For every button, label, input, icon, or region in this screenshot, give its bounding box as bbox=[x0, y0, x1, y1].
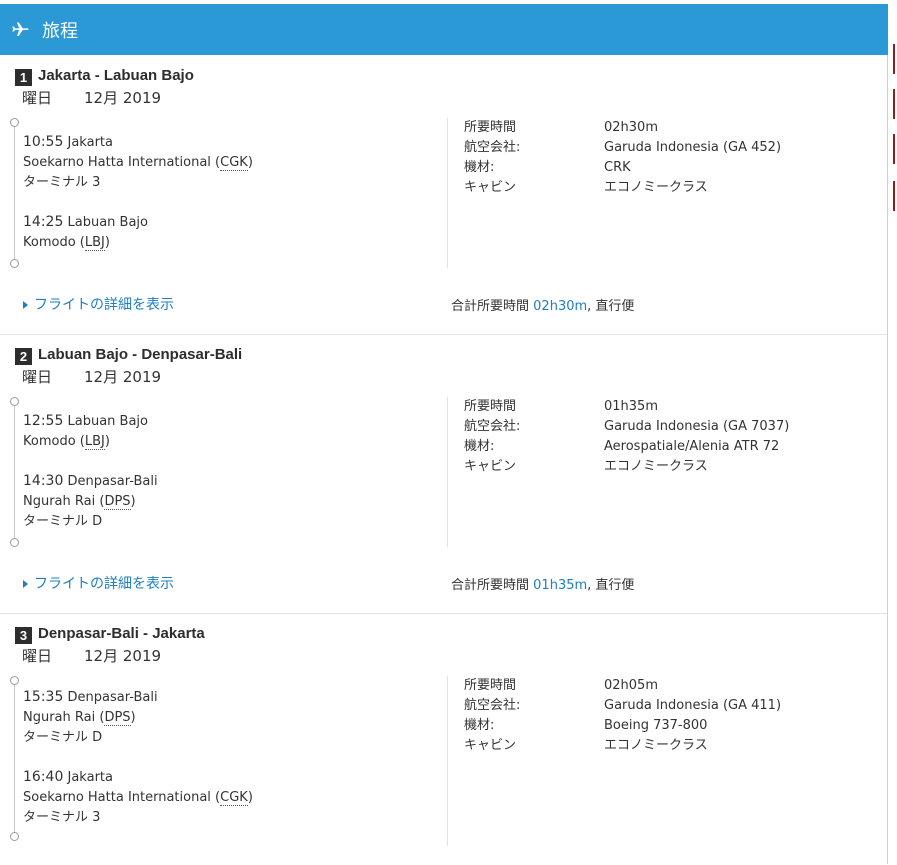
airport-code: CGK bbox=[220, 790, 248, 806]
flight-segment-1: 1 Jakarta - Labuan Bajo 曜日 12月 2019 10:55… bbox=[0, 67, 887, 335]
airport-code: LBJ bbox=[84, 235, 105, 251]
show-flight-details-link[interactable]: フライトの詳細を表示 bbox=[23, 294, 174, 314]
itinerary-title: 旅程 bbox=[42, 21, 78, 42]
timeline-end-dot bbox=[10, 832, 19, 841]
flight-segment-3: 3 Denpasar-Bali - Jakarta 曜日 12月 2019 15:… bbox=[0, 625, 887, 865]
adjacent-panel-edge-mark bbox=[893, 44, 895, 74]
timeline-end-dot bbox=[10, 259, 19, 268]
segment-route-title: Denpasar-Bali - Jakarta bbox=[38, 625, 205, 642]
airport-code: LBJ bbox=[84, 434, 105, 450]
departure-info: 10:55 Jakarta Soekarno Hatta Internation… bbox=[23, 132, 253, 193]
airplane-icon bbox=[12, 22, 29, 36]
adjacent-panel-edge-mark bbox=[893, 181, 895, 211]
segment-route-title: Jakarta - Labuan Bajo bbox=[38, 67, 194, 84]
terminal-label: ターミナル 3 bbox=[23, 175, 101, 190]
adjacent-panel-edge-mark bbox=[893, 134, 895, 164]
flight-timeline-line bbox=[14, 681, 15, 836]
timeline-start-dot bbox=[10, 118, 19, 127]
segment-date: 曜日 12月 2019 bbox=[22, 89, 162, 107]
flight-timeline-line bbox=[14, 402, 15, 542]
total-duration: 合計所要時間 01h35m, 直行便 bbox=[451, 578, 635, 593]
column-divider bbox=[447, 397, 448, 547]
timeline-start-dot bbox=[10, 676, 19, 685]
total-duration: 合計所要時間 02h30m, 直行便 bbox=[451, 299, 635, 314]
date-tick-mark bbox=[25, 372, 27, 377]
terminal-label: ターミナル D bbox=[23, 514, 103, 529]
segment-date: 曜日 12月 2019 bbox=[22, 647, 162, 665]
itinerary-header: 旅程 bbox=[0, 4, 888, 55]
column-divider bbox=[447, 118, 448, 268]
adjacent-panel-edge-mark bbox=[893, 89, 895, 119]
terminal-label: ターミナル D bbox=[23, 730, 103, 745]
timeline-start-dot bbox=[10, 397, 19, 406]
flight-segment-2: 2 Labuan Bajo - Denpasar-Bali 曜日 12月 2019… bbox=[0, 346, 887, 614]
terminal-label: ターミナル 3 bbox=[23, 810, 101, 825]
segment-date: 曜日 12月 2019 bbox=[22, 368, 162, 386]
airport-code: DPS bbox=[104, 710, 131, 726]
timeline-end-dot bbox=[10, 538, 19, 547]
caret-right-icon bbox=[23, 580, 28, 588]
flight-timeline-line bbox=[14, 123, 15, 263]
itinerary-panel: 旅程 1 Jakarta - Labuan Bajo 曜日 12月 2019 10… bbox=[0, 4, 888, 864]
departure-info: 15:35 Denpasar-Bali Ngurah Rai (DPS) ターミ… bbox=[23, 687, 158, 748]
airport-code: DPS bbox=[104, 494, 131, 510]
segment-route-title: Labuan Bajo - Denpasar-Bali bbox=[38, 346, 243, 363]
show-flight-details-link[interactable]: フライトの詳細を表示 bbox=[23, 573, 174, 593]
arrival-info: 14:25 Labuan Bajo Komodo (LBJ) bbox=[23, 214, 148, 251]
segment-number-badge: 1 bbox=[15, 69, 32, 86]
date-tick-mark bbox=[25, 93, 27, 98]
departure-info: 12:55 Labuan Bajo Komodo (LBJ) bbox=[23, 413, 148, 450]
caret-right-icon bbox=[23, 301, 28, 309]
segment-number-badge: 3 bbox=[15, 627, 32, 644]
airport-code: CGK bbox=[220, 155, 248, 171]
arrival-info: 16:40 Jakarta Soekarno Hatta Internation… bbox=[23, 767, 253, 828]
arrival-info: 14:30 Denpasar-Bali Ngurah Rai (DPS) ターミ… bbox=[23, 471, 158, 532]
segment-number-badge: 2 bbox=[15, 348, 32, 365]
column-divider bbox=[447, 676, 448, 846]
